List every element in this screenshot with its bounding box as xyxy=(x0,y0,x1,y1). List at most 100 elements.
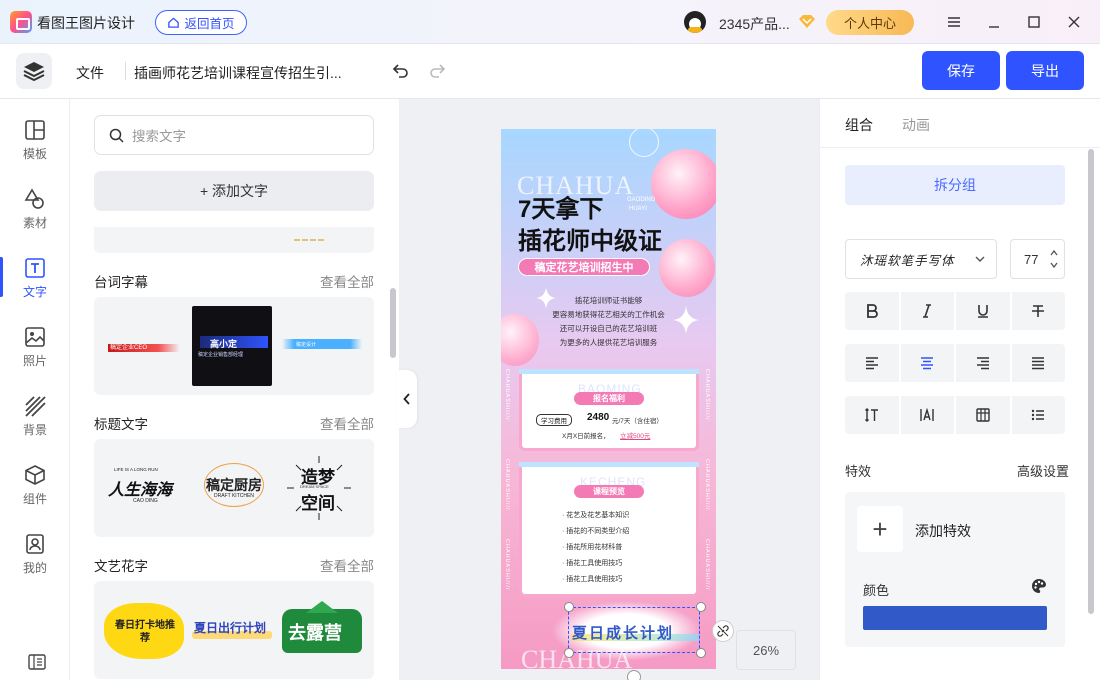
maximize-icon[interactable] xyxy=(1024,12,1044,32)
export-button[interactable]: 导出 xyxy=(1006,51,1084,90)
poster-headline-2[interactable]: 插花师中级证 xyxy=(518,221,662,256)
list-button[interactable] xyxy=(1011,396,1065,434)
align-justify-button[interactable] xyxy=(1011,344,1065,382)
layers-logo-icon[interactable] xyxy=(16,53,52,89)
sidebar-item-component[interactable]: 组件 xyxy=(0,464,70,520)
poster-side-text: CHAHUASHI//// xyxy=(504,539,510,591)
poster-canvas[interactable]: CHAHUA GAODING HUAYI 7天拿下 插花师中级证 稿定花艺培训招… xyxy=(501,129,716,669)
vertical-text-button[interactable] xyxy=(956,396,1010,434)
zoom-level[interactable]: 26% xyxy=(736,630,796,670)
close-icon[interactable] xyxy=(1064,12,1084,32)
sidebar-item-template[interactable]: 模板 xyxy=(0,119,70,175)
sidebar-item-photo[interactable]: 照片 xyxy=(0,326,70,382)
sidebar-item-my[interactable]: 我的 xyxy=(0,533,70,589)
section-header: 文艺花字 查看全部 xyxy=(94,555,374,575)
selection-handle-bl[interactable] xyxy=(564,648,574,658)
art-preset-3[interactable]: 去露营 xyxy=(282,601,362,653)
subtitle-preset-2[interactable]: 高小定 稿定企业销售部经理 xyxy=(192,306,272,386)
selected-text-layer[interactable]: 夏日成长计划 xyxy=(568,607,700,653)
italic-button[interactable] xyxy=(900,292,954,330)
undo-icon[interactable] xyxy=(390,61,410,81)
minimize-icon[interactable] xyxy=(984,12,1004,32)
file-menu[interactable]: 文件 xyxy=(76,63,104,83)
menu-icon[interactable] xyxy=(944,12,964,32)
view-all-link[interactable]: 查看全部 xyxy=(320,413,374,433)
poster-sub-en-1: GAODING xyxy=(627,197,656,203)
align-left-icon xyxy=(865,357,878,370)
subtitle-preset-1[interactable]: 稿定企业CEO xyxy=(108,337,180,353)
align-right-button[interactable] xyxy=(956,344,1010,382)
poster-ribbon[interactable]: 稿定花艺培训招生中 xyxy=(518,258,650,276)
align-center-button[interactable] xyxy=(900,344,954,382)
line-height-button[interactable] xyxy=(845,396,899,434)
advanced-settings-link[interactable]: 高级设置 xyxy=(1017,461,1069,480)
sidebar-item-background[interactable]: 背景 xyxy=(0,395,70,451)
strikethrough-button[interactable] xyxy=(1011,292,1065,330)
selection-handle-br[interactable] xyxy=(696,648,706,658)
sidebar-item-text[interactable]: 文字 xyxy=(0,257,70,313)
selection-handle-tr[interactable] xyxy=(696,602,706,612)
user-name[interactable]: 2345产品... xyxy=(719,14,790,34)
selection-handle-tl[interactable] xyxy=(564,602,574,612)
collapse-panel-button[interactable] xyxy=(397,370,417,428)
poster-card-benefits[interactable]: BAOMING 报名福利 学习费用 2480 元/7天（含住宿） X月X日前报名… xyxy=(519,369,699,451)
color-swatch[interactable] xyxy=(863,606,1047,630)
font-size-input[interactable]: 77 xyxy=(1010,239,1065,279)
chevron-down-icon xyxy=(975,256,985,262)
title-preset-2-sub: DRAFT KITCHEN xyxy=(214,493,254,499)
poster-flower-1 xyxy=(651,149,716,219)
add-effect-label[interactable]: 添加特效 xyxy=(915,521,971,541)
search-field[interactable]: 搜索文字 xyxy=(94,115,374,155)
title-preset-3[interactable]: 造梦 空间 DREAM SPACE xyxy=(284,453,354,523)
poster-side-text: CHAHUASHI//// xyxy=(504,459,510,511)
bold-button[interactable] xyxy=(845,292,899,330)
selected-text-content[interactable]: 夏日成长计划 xyxy=(572,622,674,643)
title-preset-1[interactable]: LIFE IS A LONG RUN 人生海海 CAO DING xyxy=(108,467,184,511)
tab-animation[interactable]: 动画 xyxy=(902,115,930,135)
title-preset-2[interactable]: 稿定厨房 DRAFT KITCHEN xyxy=(200,463,270,513)
poster-headline-1[interactable]: 7天拿下 xyxy=(518,189,603,224)
letter-spacing-button[interactable] xyxy=(900,396,954,434)
personal-center-button[interactable]: 个人中心 xyxy=(826,10,914,35)
section-title: 台词字幕 xyxy=(94,275,148,290)
document-title[interactable]: 插画师花艺培训课程宣传招生引... xyxy=(134,63,342,83)
preset-card-partial[interactable] xyxy=(94,227,374,253)
redo-icon[interactable] xyxy=(428,61,448,81)
poster-side-text: CHAHUASHI//// xyxy=(504,369,510,421)
poster-bubble xyxy=(629,129,659,157)
home-button[interactable]: 返回首页 xyxy=(155,10,247,35)
effects-title: 特效 xyxy=(845,464,872,479)
art-preset-1[interactable]: 春日打卡地推荐 xyxy=(104,603,184,659)
sidebar-item-material[interactable]: 素材 xyxy=(0,188,70,244)
view-all-link[interactable]: 查看全部 xyxy=(320,271,374,291)
palette-icon[interactable] xyxy=(1031,578,1047,594)
rotate-icon[interactable] xyxy=(627,670,641,680)
panel-divider xyxy=(820,147,1100,148)
qq-avatar-icon[interactable] xyxy=(684,11,706,33)
text-panel: 搜索文字 + 添加文字 台词字幕 查看全部 稿定企业CEO 高小定 稿定企业销售… xyxy=(70,99,399,680)
save-button[interactable]: 保存 xyxy=(922,51,1000,90)
split-group-button[interactable]: 拆分组 xyxy=(845,165,1065,205)
add-text-button[interactable]: + 添加文字 xyxy=(94,171,374,211)
properties-scrollbar[interactable] xyxy=(1088,149,1094,614)
subtitle-preset-3[interactable]: 稿定设计 xyxy=(282,339,362,349)
poster-course-item: · 插花的不同类型介绍 xyxy=(562,528,630,535)
underline-button[interactable] xyxy=(956,292,1010,330)
poster-card1-fee-tag: 学习费用 xyxy=(536,414,572,426)
font-family-select[interactable]: 沐瑶软笔手写体 xyxy=(845,239,997,279)
tab-group[interactable]: 组合 xyxy=(845,115,873,135)
art-preset-3-text: 去露营 xyxy=(288,623,342,643)
stepper-icon[interactable] xyxy=(1050,248,1058,270)
align-left-button[interactable] xyxy=(845,344,899,382)
unlink-icon[interactable] xyxy=(712,620,734,642)
art-preset-2[interactable]: 夏日出行计划 xyxy=(192,619,276,641)
panel-scrollbar[interactable] xyxy=(390,288,396,358)
poster-card-courses[interactable]: KECHENG 课程预览 · 花艺及花艺基本知识 · 插花的不同类型介绍 · 插… xyxy=(519,462,699,597)
add-effect-button[interactable]: + xyxy=(857,506,903,552)
section-header: 标题文字 查看全部 xyxy=(94,413,374,433)
poster-intro[interactable]: 插花培训师证书能够 更容易地获得花艺相关的工作机会 还可以开设自己的花艺培训班 … xyxy=(531,294,686,350)
canvas-area[interactable]: CHAHUA GAODING HUAYI 7天拿下 插花师中级证 稿定花艺培训招… xyxy=(399,99,819,680)
app-logo-icon xyxy=(10,11,32,33)
view-all-link[interactable]: 查看全部 xyxy=(320,555,374,575)
panel-toggle-icon[interactable] xyxy=(28,654,46,670)
